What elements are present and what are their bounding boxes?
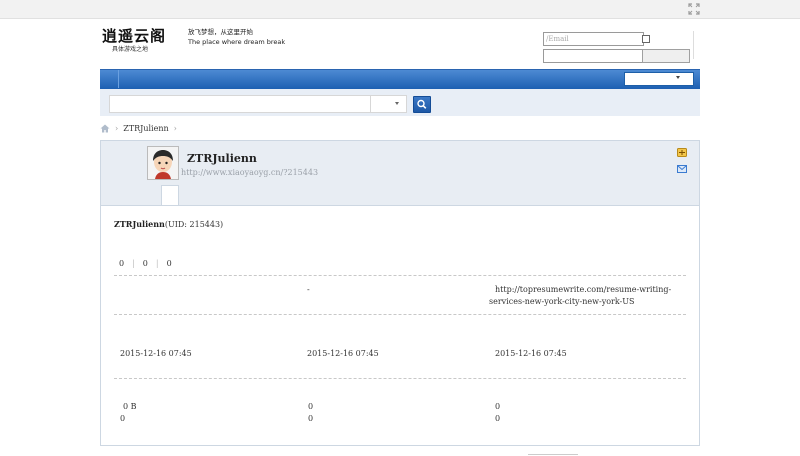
profile-content xyxy=(100,205,700,446)
section-divider xyxy=(114,314,686,315)
slogan-line-1: 放飞梦想，从这里开始 xyxy=(188,28,253,36)
summary-name[interactable]: ZTRJulienn xyxy=(114,219,165,229)
usage-value: 0 xyxy=(120,414,126,423)
chevron-down-icon xyxy=(676,76,680,79)
search-button[interactable] xyxy=(413,96,431,113)
section-divider xyxy=(114,275,686,276)
main-navbar xyxy=(100,69,700,90)
home-icon[interactable] xyxy=(100,124,110,133)
email-field[interactable]: /Email xyxy=(543,32,644,46)
profile-url[interactable]: http://www.xiaoyaoyg.cn/?215443 xyxy=(181,168,318,177)
message-icon[interactable] xyxy=(677,165,687,173)
top-toolbar xyxy=(0,0,800,19)
chevron-down-icon xyxy=(395,102,399,105)
usage-column: 0 0 xyxy=(308,401,313,425)
date-value: 2015-12-16 07:45 xyxy=(495,349,567,358)
breadcrumb-separator: › xyxy=(115,123,119,133)
stat-separator: | xyxy=(132,259,135,268)
info-website[interactable]: http://topresumewrite.com/resume-writing… xyxy=(489,284,684,308)
summary-uid: (UID: 215443) xyxy=(164,220,224,229)
nav-dropdown[interactable] xyxy=(624,72,694,86)
usage-value: 0 xyxy=(308,402,314,411)
avatar[interactable] xyxy=(147,146,179,180)
expand-icon[interactable] xyxy=(688,3,700,15)
search-input[interactable] xyxy=(109,95,371,113)
usage-value: 0 xyxy=(308,414,314,423)
profile-name: ZTRJulienn xyxy=(187,152,257,165)
section-divider xyxy=(114,378,686,379)
info-value: - xyxy=(307,285,310,294)
breadcrumb-item[interactable]: ZTRJulienn xyxy=(123,124,168,133)
avatar-image xyxy=(148,147,178,179)
logo-subtitle: 具体游戏之地 xyxy=(112,46,149,53)
usage-column: 0 B 0 xyxy=(120,401,137,425)
user-stats: 0 | 0 | 0 xyxy=(119,259,172,268)
user-summary: ZTRJulienn(UID: 215443) xyxy=(114,219,223,229)
stat-value[interactable]: 0 xyxy=(167,259,172,268)
usage-value: 0 B xyxy=(123,402,137,411)
date-value: 2015-12-16 07:45 xyxy=(307,349,379,358)
date-value: 2015-12-16 07:45 xyxy=(120,349,192,358)
footer-line xyxy=(528,454,578,455)
usage-value: 0 xyxy=(495,414,501,423)
password-field[interactable] xyxy=(543,49,644,63)
logo-title: 逍遥云阁 xyxy=(102,27,167,45)
tab-profile[interactable] xyxy=(161,185,179,207)
login-divider xyxy=(693,31,694,59)
stat-separator: | xyxy=(155,259,159,268)
nav-divider xyxy=(118,70,119,88)
site-slogan: 放飞梦想，从这里开始 The place where dream break xyxy=(186,27,292,53)
login-button[interactable] xyxy=(642,49,690,63)
stat-value[interactable]: 0 xyxy=(143,259,148,268)
breadcrumb: › ZTRJulienn › xyxy=(100,122,182,134)
usage-column: 0 0 xyxy=(495,401,500,425)
usage-value: 0 xyxy=(495,402,501,411)
slogan-line-2: The place where dream break xyxy=(188,38,286,46)
breadcrumb-separator: › xyxy=(173,123,177,133)
search-type-select[interactable] xyxy=(370,95,407,113)
site-logo[interactable]: 逍遥云阁 具体游戏之地 xyxy=(102,27,166,54)
remember-checkbox[interactable] xyxy=(642,35,650,43)
friend-add-icon[interactable] xyxy=(677,148,687,157)
stat-value[interactable]: 0 xyxy=(119,259,124,268)
search-icon xyxy=(417,99,427,109)
